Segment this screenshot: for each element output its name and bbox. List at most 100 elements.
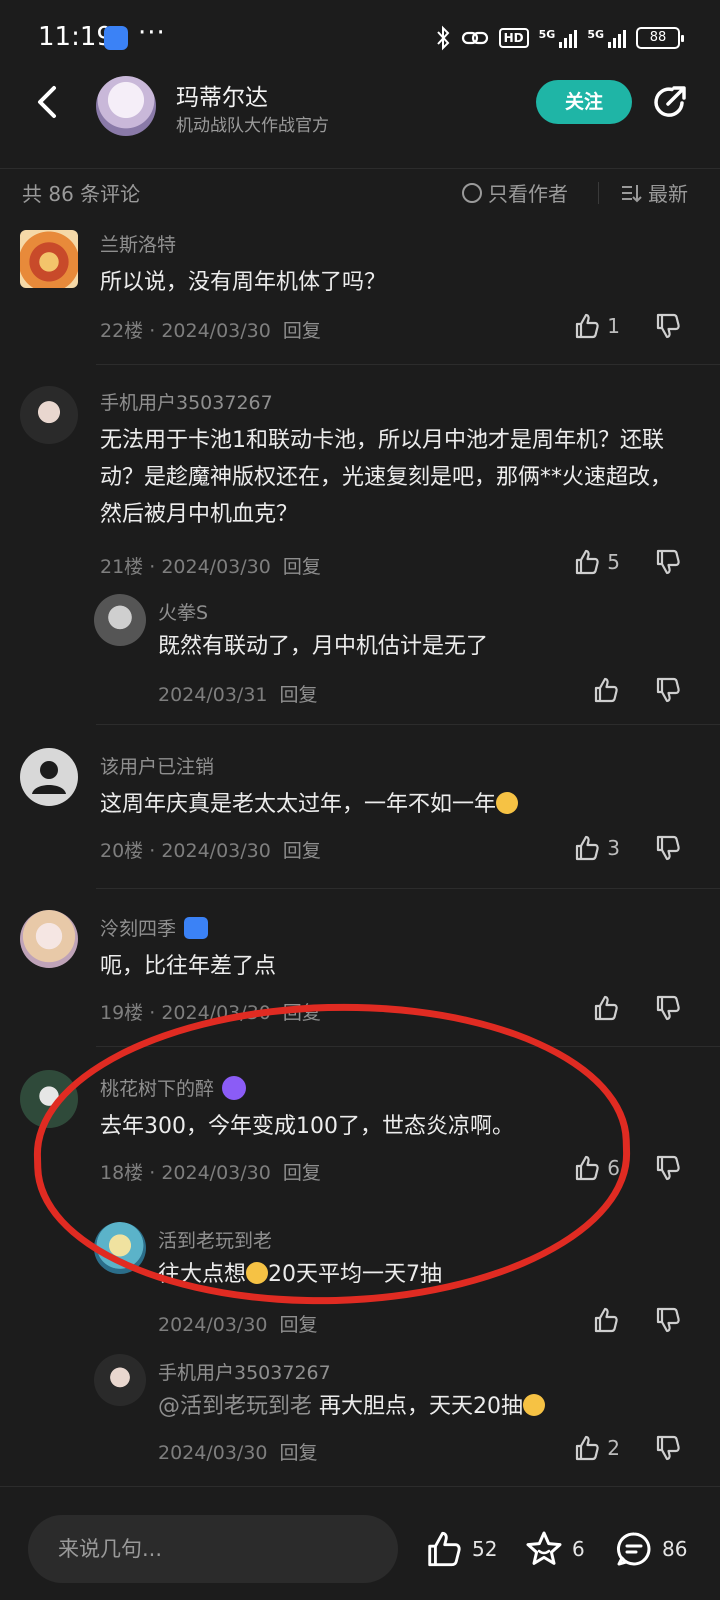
like-button[interactable]: 2: [573, 1434, 620, 1462]
back-button[interactable]: [28, 82, 68, 122]
like-button[interactable]: [592, 1306, 620, 1334]
battery-icon: 88: [636, 27, 684, 49]
comment-total: 共 86 条评论: [22, 182, 141, 206]
reply-button[interactable]: 回复: [283, 840, 321, 862]
reply-date: 2024/03/31: [158, 684, 268, 706]
reply-button[interactable]: 回复: [280, 684, 318, 706]
avatar[interactable]: [94, 594, 146, 646]
like-count: 3: [607, 836, 620, 860]
reply-button[interactable]: 回复: [283, 1002, 321, 1024]
link-icon: [461, 31, 488, 45]
reply-button[interactable]: 回复: [280, 1314, 318, 1336]
divider: [96, 364, 720, 365]
comment-floor: 21楼: [100, 556, 144, 578]
like-button[interactable]: [592, 994, 620, 1022]
reply-button[interactable]: 回复: [283, 1162, 321, 1184]
comment-author[interactable]: 手机用户35037267: [100, 388, 273, 415]
gamer-badge-icon: [184, 916, 209, 939]
comment-meta: 21楼 · 2024/03/30 回复: [100, 556, 321, 578]
like-button[interactable]: [592, 676, 620, 704]
follow-button[interactable]: 关注: [536, 80, 632, 124]
divider: [96, 1046, 720, 1047]
reply-button[interactable]: 回复: [283, 320, 321, 342]
grin-emoji-icon: [496, 792, 519, 814]
comment-item: 兰斯洛特 所以说，没有周年机体了吗？ 22楼 · 2024/03/30 回复 1: [0, 226, 720, 366]
dislike-button[interactable]: [654, 1154, 682, 1182]
avatar[interactable]: [20, 230, 78, 288]
share-button[interactable]: [650, 82, 690, 122]
avatar[interactable]: [20, 386, 78, 444]
dislike-button[interactable]: [654, 1434, 682, 1462]
thumbs-down-icon: [656, 1307, 680, 1333]
like-button[interactable]: 5: [573, 548, 620, 576]
mention-link[interactable]: @活到老玩到老: [158, 1394, 312, 1419]
favorite-count: 6: [572, 1537, 585, 1561]
thumbs-up-icon: [576, 313, 599, 339]
comment-text: 呃，比往年差了点: [100, 954, 277, 979]
thumbs-up-icon: [576, 835, 599, 861]
avatar[interactable]: [20, 748, 78, 806]
avatar[interactable]: [94, 1354, 146, 1406]
dislike-button[interactable]: [654, 676, 682, 704]
comment-author[interactable]: 泠刻四季: [100, 914, 209, 941]
network-type-label: 5G: [538, 28, 556, 41]
thumbs-up-icon: [576, 1155, 599, 1181]
favorite-button[interactable]: 6: [524, 1529, 585, 1569]
reply-author[interactable]: 活到老玩到老: [158, 1226, 272, 1253]
thumbs-up-icon: [428, 1531, 461, 1567]
reply-meta: 2024/03/31 回复: [158, 680, 318, 707]
network-type-label: 5G: [587, 28, 604, 41]
avatar[interactable]: [20, 910, 78, 968]
signal-icon: 5G: [587, 28, 626, 48]
like-button[interactable]: 1: [573, 312, 620, 340]
divider: [598, 182, 599, 204]
avatar[interactable]: [94, 1222, 146, 1274]
comment-author[interactable]: 该用户已注销: [100, 752, 214, 779]
grin-emoji-icon: [523, 1394, 546, 1416]
comment-sortbar: 共 86 条评论 只看作者 最新: [0, 172, 720, 218]
status-more-icon: ···: [138, 18, 166, 48]
comment-count: 86: [662, 1537, 688, 1561]
sort-button[interactable]: 最新: [620, 178, 688, 207]
comment-text: 去年300，今年变成100了，世态炎凉啊。: [100, 1114, 514, 1139]
bluetooth-icon: [436, 25, 449, 51]
thumbs-down-icon: [656, 1155, 680, 1181]
dislike-button[interactable]: [654, 834, 682, 862]
dislike-button[interactable]: [654, 1306, 682, 1334]
like-button[interactable]: 3: [573, 834, 620, 862]
reply-button[interactable]: 回复: [283, 556, 321, 578]
like-count: 2: [607, 1436, 620, 1460]
comment-date: 2024/03/30: [161, 840, 271, 862]
comment-item: 泠刻四季 呃，比往年差了点 19楼 · 2024/03/30 回复: [0, 910, 720, 1047]
reply-author[interactable]: 火拳S: [158, 598, 208, 625]
reply-meta: 2024/03/30 回复: [158, 1438, 318, 1465]
reply-text: 往大点想 20天平均一天7抽: [158, 1262, 443, 1287]
dislike-button[interactable]: [654, 994, 682, 1022]
status-indicators: HD 5G 5G 88: [435, 24, 684, 52]
like-post-button[interactable]: 52: [424, 1529, 497, 1569]
post-like-count: 52: [472, 1537, 498, 1561]
comment-date: 2024/03/30: [161, 1002, 271, 1024]
author-only-toggle[interactable]: 只看作者: [462, 178, 568, 207]
comment-author[interactable]: 桃花树下的醉: [100, 1074, 247, 1101]
host-name[interactable]: 玛蒂尔达: [176, 78, 268, 112]
like-button[interactable]: 6: [573, 1154, 620, 1182]
comments-button[interactable]: 86: [614, 1529, 687, 1569]
like-count: 1: [607, 314, 620, 338]
host-avatar[interactable]: [96, 76, 156, 136]
thumbs-up-icon: [594, 677, 618, 703]
reply-author[interactable]: 手机用户35037267: [158, 1358, 331, 1385]
dislike-button[interactable]: [654, 548, 682, 576]
thumbs-down-icon: [656, 835, 680, 861]
reply-button[interactable]: 回复: [280, 1442, 318, 1464]
header: 玛蒂尔达 机动战队大作战官方 关注: [0, 76, 720, 156]
comment-input[interactable]: 来说几句...: [28, 1515, 398, 1583]
dislike-button[interactable]: [654, 312, 682, 340]
host-subtitle: 机动战队大作战官方: [176, 116, 329, 136]
comment-author[interactable]: 兰斯洛特: [100, 230, 176, 257]
thumbs-up-icon: [594, 995, 618, 1021]
comment-date: 2024/03/30: [161, 320, 271, 342]
avatar[interactable]: [20, 1070, 78, 1128]
sort-icon: [622, 184, 642, 202]
status-bar: 11:19 ··· HD 5G 5G 88: [0, 0, 720, 76]
